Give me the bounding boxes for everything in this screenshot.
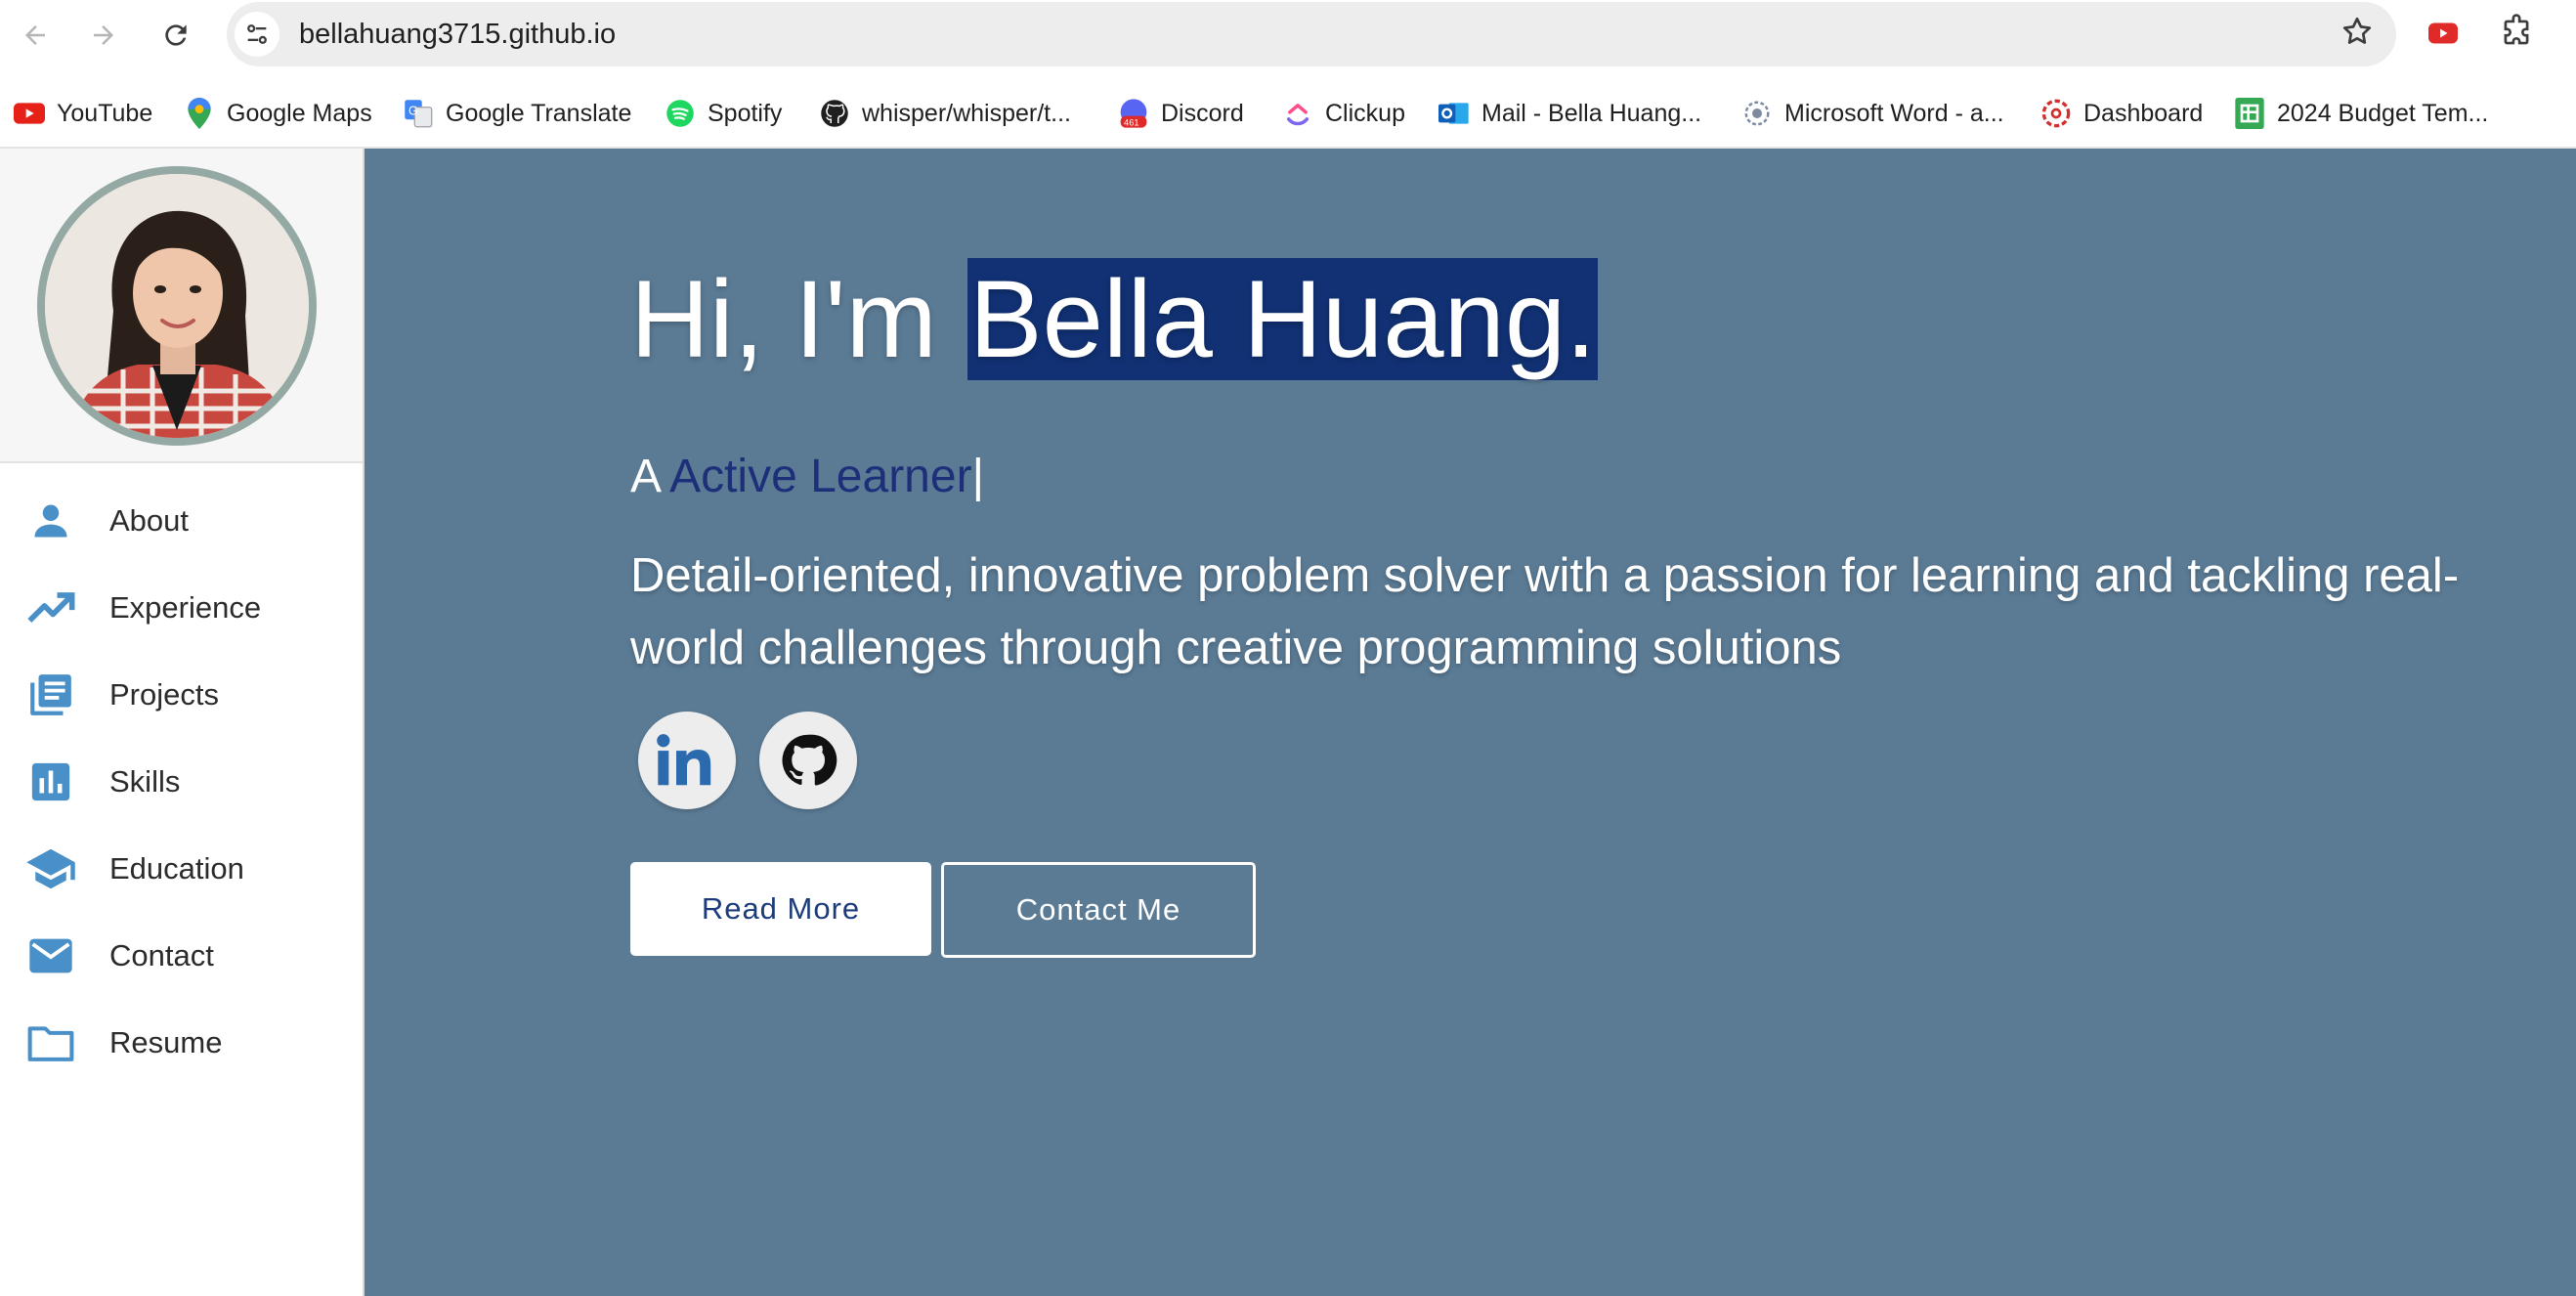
bookmark-discord[interactable]: 461 Discord bbox=[1118, 96, 1244, 131]
contact-me-button[interactable]: Contact Me bbox=[941, 862, 1256, 958]
sidebar-item-label: Projects bbox=[109, 676, 219, 712]
bookmark-label: 2024 Budget Tem... bbox=[2277, 99, 2489, 127]
extensions-puzzle-icon[interactable] bbox=[2498, 14, 2535, 56]
trending-up-icon bbox=[23, 581, 78, 635]
profile-photo bbox=[45, 174, 309, 438]
address-bar[interactable]: bellahuang3715.github.io bbox=[227, 2, 2396, 66]
reload-button[interactable] bbox=[154, 14, 197, 57]
site-info-button[interactable] bbox=[235, 12, 279, 57]
bookmark-label: YouTube bbox=[57, 99, 153, 127]
bookmark-label: whisper/whisper/t... bbox=[862, 99, 1071, 127]
svg-text:461: 461 bbox=[1124, 118, 1139, 128]
sidebar-item-skills[interactable]: Skills bbox=[0, 738, 363, 825]
linkedin-link[interactable] bbox=[638, 712, 736, 809]
bookmark-star-icon[interactable] bbox=[2340, 14, 2375, 54]
bookmark-microsoft-word[interactable]: Microsoft Word - a... bbox=[1741, 96, 2004, 131]
sidebar-item-label: Contact bbox=[109, 937, 214, 972]
google-maps-icon bbox=[184, 98, 215, 129]
dashboard-icon bbox=[2040, 98, 2072, 129]
svg-text:G: G bbox=[408, 104, 418, 117]
hero-title: Hi, I'm Bella Huang. bbox=[630, 256, 1599, 382]
bookmarks-bar: YouTube Google Maps G Google Translate S… bbox=[0, 86, 2576, 141]
bookmark-label: Microsoft Word - a... bbox=[1784, 99, 2004, 127]
bar-chart-icon bbox=[23, 755, 78, 809]
word-doc-icon bbox=[1741, 98, 1773, 129]
browser-toolbar: bellahuang3715.github.io bbox=[0, 0, 2576, 70]
bookmark-github-whisper[interactable]: whisper/whisper/t... bbox=[819, 96, 1071, 131]
google-translate-icon: G bbox=[403, 98, 434, 129]
greeting-text: Hi, I'm bbox=[630, 258, 967, 380]
school-icon bbox=[23, 842, 78, 896]
sidebar-item-contact[interactable]: Contact bbox=[0, 912, 363, 999]
bookmark-youtube[interactable]: YouTube bbox=[14, 96, 152, 131]
bookmark-label: Spotify bbox=[708, 99, 783, 127]
folder-icon bbox=[23, 1015, 78, 1070]
sidebar-nav: About Experience Projects Skills Educati… bbox=[0, 477, 363, 1086]
sidebar-item-label: About bbox=[109, 502, 190, 538]
bookmark-budget-template[interactable]: 2024 Budget Tem... bbox=[2234, 96, 2488, 131]
bookmark-label: Clickup bbox=[1325, 99, 1405, 127]
bookmark-outlook-mail[interactable]: Mail - Bella Huang... bbox=[1438, 96, 1701, 131]
sidebar-item-label: Skills bbox=[109, 763, 181, 799]
clickup-icon bbox=[1282, 98, 1313, 129]
tune-icon bbox=[247, 24, 267, 44]
github-link[interactable] bbox=[759, 712, 857, 809]
typed-role-text: Active Learner bbox=[669, 451, 972, 502]
forward-arrow-icon bbox=[94, 25, 113, 45]
bookmark-dashboard[interactable]: Dashboard bbox=[2040, 96, 2203, 131]
hero-description: Detail-oriented, innovative problem solv… bbox=[630, 549, 2460, 674]
library-books-icon bbox=[23, 668, 78, 722]
profile-area bbox=[0, 149, 363, 463]
youtube-icon bbox=[14, 98, 45, 129]
bookmark-label: Google Maps bbox=[227, 99, 372, 127]
bookmark-spotify[interactable]: Spotify bbox=[665, 96, 782, 131]
back-arrow-icon bbox=[25, 25, 45, 45]
outlook-icon bbox=[1438, 98, 1470, 129]
name-highlight: Bella Huang. bbox=[966, 258, 1599, 380]
bookmark-google-translate[interactable]: G Google Translate bbox=[403, 96, 631, 131]
back-button[interactable] bbox=[14, 14, 57, 57]
github-icon bbox=[782, 734, 837, 786]
bookmark-google-maps[interactable]: Google Maps bbox=[184, 96, 372, 131]
mail-icon bbox=[23, 929, 78, 983]
typing-cursor: | bbox=[971, 451, 985, 502]
sidebar-item-label: Resume bbox=[109, 1024, 223, 1059]
url-text[interactable]: bellahuang3715.github.io bbox=[299, 19, 616, 51]
discord-icon: 461 bbox=[1118, 98, 1149, 129]
linkedin-icon bbox=[657, 734, 711, 786]
sidebar: About Experience Projects Skills Educati… bbox=[0, 149, 365, 1296]
hero-role: A Active Learner| bbox=[630, 450, 984, 503]
reload-icon bbox=[165, 24, 187, 46]
forward-button[interactable] bbox=[82, 14, 125, 57]
bookmark-label: Discord bbox=[1161, 99, 1244, 127]
bookmark-clickup[interactable]: Clickup bbox=[1282, 96, 1405, 131]
sidebar-item-projects[interactable]: Projects bbox=[0, 651, 363, 738]
avatar bbox=[37, 166, 317, 446]
sidebar-item-about[interactable]: About bbox=[0, 477, 363, 564]
role-prefix: A bbox=[630, 451, 670, 502]
sidebar-item-experience[interactable]: Experience bbox=[0, 564, 363, 651]
sidebar-item-education[interactable]: Education bbox=[0, 825, 363, 912]
person-icon bbox=[23, 494, 78, 548]
sheets-icon bbox=[2234, 98, 2265, 129]
bookmark-label: Mail - Bella Huang... bbox=[1481, 99, 1702, 127]
sidebar-item-label: Education bbox=[109, 850, 244, 886]
youtube-extension-icon[interactable] bbox=[2426, 16, 2461, 56]
spotify-icon bbox=[665, 98, 696, 129]
github-icon bbox=[819, 98, 850, 129]
sidebar-item-resume[interactable]: Resume bbox=[0, 999, 363, 1086]
sidebar-item-label: Experience bbox=[109, 589, 262, 625]
hero-section: Hi, I'm Bella Huang. A Active Learner| D… bbox=[365, 149, 2576, 1296]
read-more-button[interactable]: Read More bbox=[630, 862, 931, 956]
bookmark-label: Google Translate bbox=[446, 99, 632, 127]
bookmark-label: Dashboard bbox=[2083, 99, 2204, 127]
